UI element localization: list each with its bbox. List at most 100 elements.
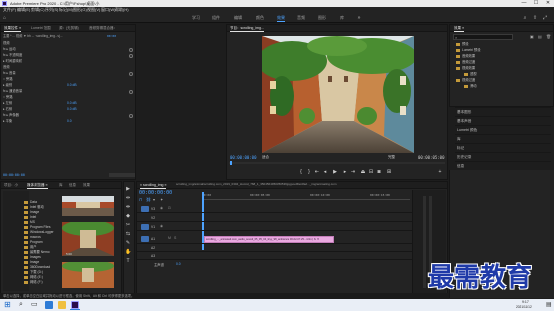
- file-explorer-icon[interactable]: [58, 301, 66, 309]
- media-thumbnail[interactable]: [62, 222, 114, 256]
- timeline-timecode[interactable]: 00:00:00:00: [139, 190, 172, 196]
- edge-browser-icon[interactable]: [45, 301, 53, 309]
- reset-icon[interactable]: [129, 114, 133, 118]
- eye-icon[interactable]: ◉: [160, 206, 163, 210]
- time-ruler[interactable]: 00:00 00:00:05:00 00:00:10:00 00:00:15:0…: [202, 193, 410, 200]
- media-thumbnail[interactable]: [62, 196, 114, 216]
- track-label-a2[interactable]: A2: [151, 244, 155, 252]
- track-target-a1[interactable]: [141, 236, 149, 242]
- effects-tree-item[interactable]: 视频过渡: [456, 78, 475, 83]
- program-current-timecode[interactable]: 00:00:00:00: [230, 155, 257, 160]
- ec-right[interactable]: ▸ 右侧: [3, 107, 12, 112]
- effects-tree-item[interactable]: Lumetri 预设: [456, 48, 481, 53]
- panel-lumetri-color[interactable]: Lumetri 颜色: [455, 125, 551, 134]
- mark-out-icon[interactable]: }: [306, 169, 312, 175]
- tab-source[interactable]: 源：(无剪辑): [57, 25, 81, 32]
- ec-opacity[interactable]: fx ▸ 不透明度: [3, 53, 22, 58]
- ec-balance-value[interactable]: 0.0: [67, 119, 72, 124]
- lock-icon[interactable]: ⊡: [168, 206, 171, 210]
- workspace-editing[interactable]: 编辑: [234, 15, 242, 21]
- workspace-audio[interactable]: 音频: [297, 15, 305, 21]
- expand-icon[interactable]: ⤢: [542, 15, 548, 21]
- home-icon[interactable]: ⌂: [3, 15, 9, 21]
- reset-icon[interactable]: [129, 72, 133, 76]
- quality-dropdown[interactable]: 完整: [388, 155, 395, 160]
- minimize-button[interactable]: —: [518, 0, 530, 7]
- playhead-indicator[interactable]: [230, 161, 232, 165]
- ec-motion[interactable]: fx ▸ 运动: [3, 47, 16, 52]
- ec-channel-volume[interactable]: fx ▸ 通道音量: [3, 89, 22, 94]
- slip-tool-icon[interactable]: ⇆: [125, 231, 131, 237]
- audio-clip[interactable]: scrolling_..._animated.com_audio_sound_0…: [204, 236, 334, 243]
- hand-tool-icon[interactable]: ✋: [125, 249, 131, 255]
- effects-panel-title[interactable]: 效果 ≡: [452, 25, 466, 32]
- extract-icon[interactable]: ⊟: [368, 169, 374, 175]
- track-label-a3[interactable]: A3: [151, 252, 155, 260]
- workspace-color[interactable]: 颜色: [256, 15, 264, 21]
- effects-tree-item[interactable]: 音频效果: [456, 54, 475, 59]
- ec-time-remap[interactable]: ▸ 时间重映射: [3, 59, 22, 64]
- fit-dropdown[interactable]: 适合: [262, 155, 269, 160]
- step-back-icon[interactable]: ◂: [322, 169, 328, 175]
- tab-timeline-sequence[interactable]: × scrolling_img ≡: [138, 182, 168, 189]
- folder-item[interactable]: 网络 (F:): [24, 279, 43, 285]
- program-video-frame[interactable]: [262, 36, 414, 153]
- export-frame-icon[interactable]: ◙: [376, 169, 382, 175]
- panel-markers[interactable]: 标记: [455, 143, 551, 152]
- effects-search-input[interactable]: ⌕: [453, 34, 513, 40]
- panel-essential-graphics[interactable]: 基本图形: [455, 107, 551, 116]
- panel-info[interactable]: 信息: [455, 161, 551, 170]
- effect-controls-zoom-bar[interactable]: [109, 173, 135, 177]
- ec-volume-level[interactable]: ▸ 级别: [3, 83, 12, 88]
- share-icon[interactable]: ⇪: [532, 15, 538, 21]
- mute-icon[interactable]: M: [168, 236, 171, 240]
- rate-stretch-tool-icon[interactable]: ◆: [125, 213, 131, 219]
- panel-essential-sound[interactable]: 基本声音: [455, 116, 551, 125]
- windows-start-icon[interactable]: ⊞: [4, 300, 11, 310]
- tab-libraries[interactable]: 库: [57, 182, 65, 189]
- ec-right-value[interactable]: 0.0 dB: [67, 107, 77, 112]
- add-marker-icon[interactable]: ▾: [153, 197, 155, 202]
- effects-tree-item[interactable]: 视频效果: [456, 66, 475, 71]
- delete-icon[interactable]: 🗑: [546, 34, 551, 39]
- tab-effects[interactable]: 效果: [81, 182, 92, 189]
- master-track-value[interactable]: 0.0: [176, 262, 181, 266]
- tab-effect-controls[interactable]: 效果控件 ≡: [2, 25, 23, 32]
- solo-icon[interactable]: S: [174, 236, 176, 240]
- razor-tool-icon[interactable]: ✂: [125, 222, 131, 228]
- premiere-taskbar-icon[interactable]: [71, 301, 79, 309]
- program-scrub-bar[interactable]: [229, 162, 445, 164]
- track-label-v2[interactable]: V2: [151, 214, 155, 222]
- workspace-learn[interactable]: 学习: [192, 15, 200, 21]
- track-target-v3[interactable]: [141, 206, 149, 212]
- maximize-button[interactable]: ☐: [530, 0, 542, 7]
- search-icon[interactable]: ⌕: [19, 300, 23, 310]
- close-button[interactable]: ✕: [542, 0, 554, 7]
- comparison-view-icon[interactable]: ⊞: [386, 169, 392, 175]
- effects-tree-item[interactable]: 预设: [456, 42, 469, 47]
- tab-media-browser[interactable]: 媒体浏览器 ≡: [25, 182, 50, 189]
- ec-volume[interactable]: fx ▸ 音量: [3, 71, 16, 76]
- workspace-libraries[interactable]: 库: [340, 15, 344, 21]
- ec-channel-bypass[interactable]: ○ 旁路: [3, 95, 13, 100]
- panel-libraries[interactable]: 库: [455, 134, 551, 143]
- tab-program[interactable]: 节目：scrolling_img...: [228, 25, 266, 32]
- pen-tool-icon[interactable]: ✎: [125, 240, 131, 246]
- linked-selection-icon[interactable]: ⛓: [146, 197, 151, 202]
- effects-tree-item[interactable]: 滑动: [464, 84, 477, 89]
- new-bin-icon[interactable]: ▣: [530, 34, 534, 39]
- lift-icon[interactable]: ⏏: [360, 169, 366, 175]
- go-to-out-icon[interactable]: ⇥: [350, 169, 356, 175]
- ec-volume-bypass[interactable]: ○ 旁路: [3, 77, 13, 82]
- notification-icon[interactable]: ▤: [546, 301, 552, 309]
- workspace-assembly[interactable]: 组件: [212, 15, 220, 21]
- ec-panner[interactable]: fx ▸ 声像器: [3, 113, 19, 118]
- add-button-icon[interactable]: +: [437, 169, 443, 175]
- tab-audio-clip-mixer[interactable]: 音频剪辑混合器：: [87, 25, 119, 32]
- wrench-icon[interactable]: ✦: [160, 197, 163, 202]
- more-workspaces-icon[interactable]: »: [356, 15, 362, 21]
- reset-icon[interactable]: [129, 48, 133, 52]
- panel-history[interactable]: 历史记录: [455, 152, 551, 161]
- track-select-tool-icon[interactable]: ⇹: [125, 195, 131, 201]
- effects-tree-item[interactable]: 音频过渡: [456, 60, 475, 65]
